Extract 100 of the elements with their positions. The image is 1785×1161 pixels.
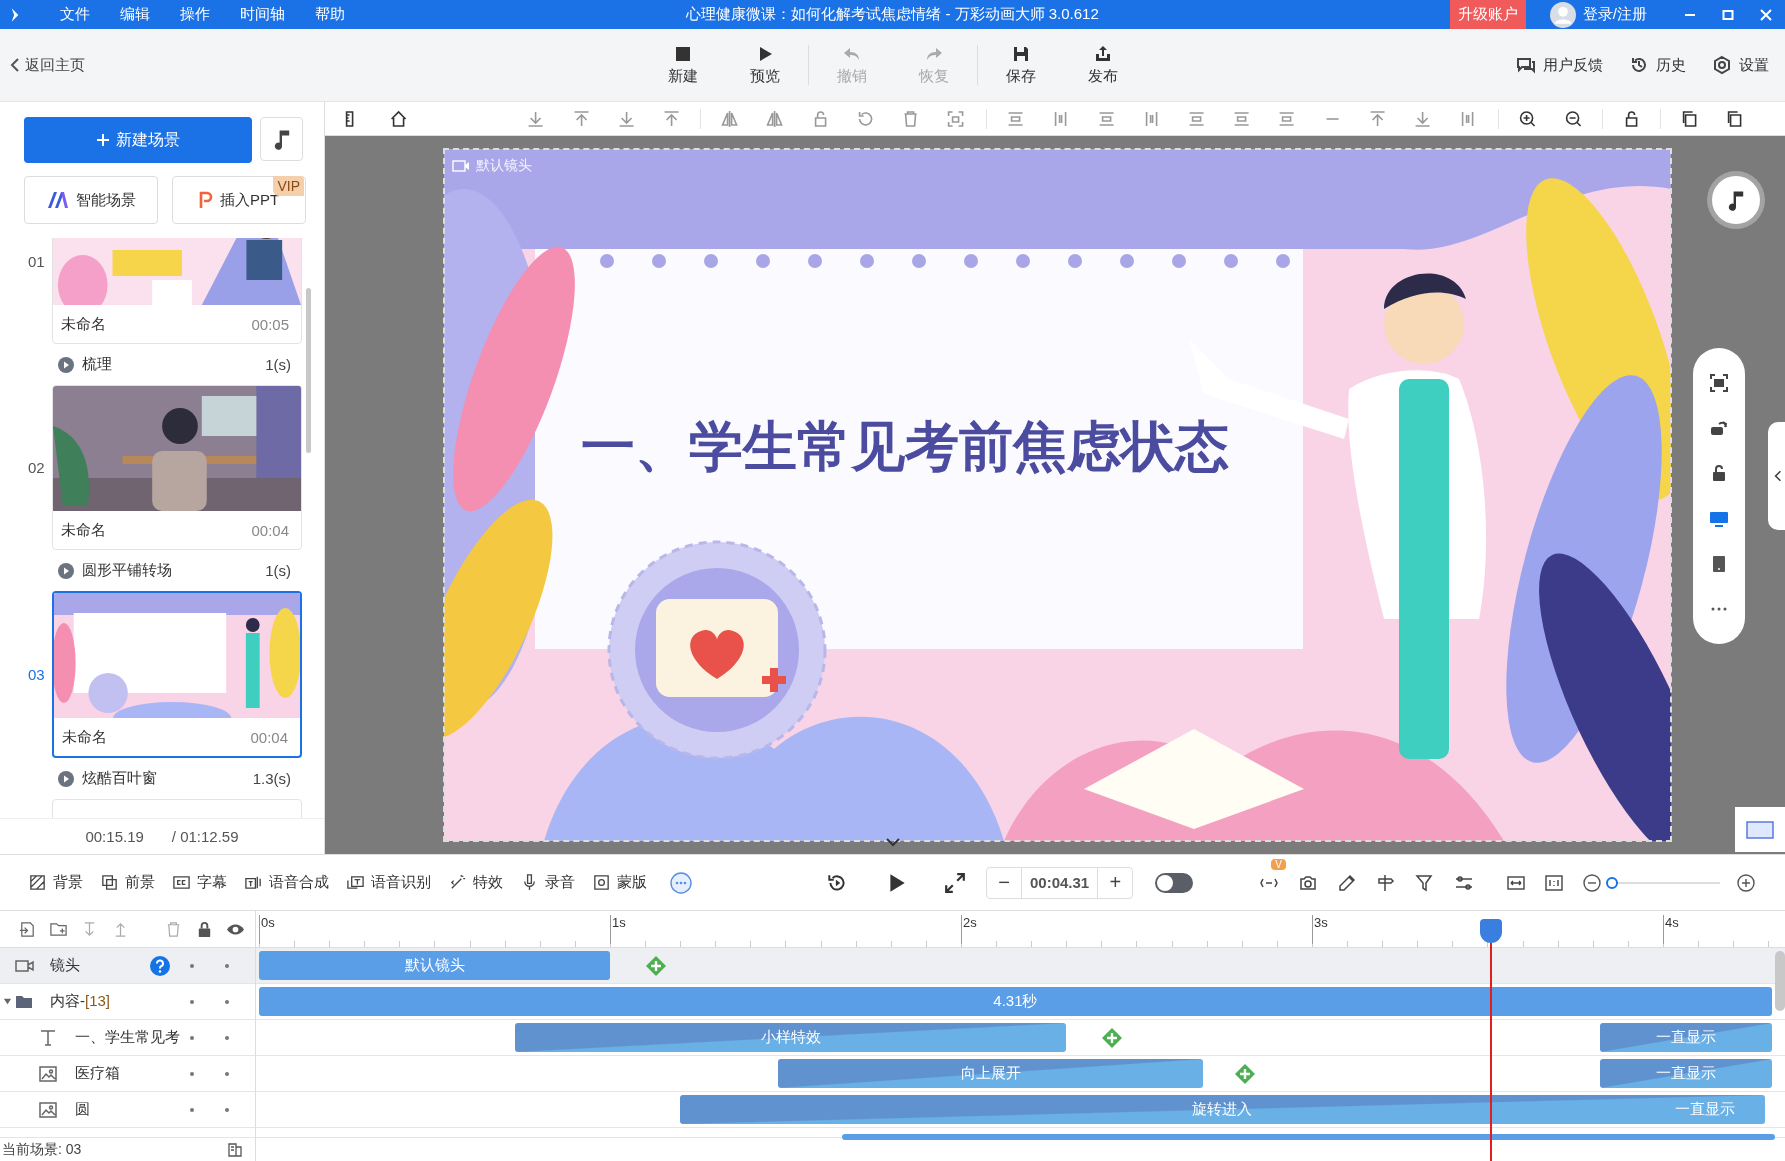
visibility-toggle[interactable] (225, 999, 229, 1004)
camera-label: 默认镜头 (476, 157, 532, 175)
music-button[interactable] (1712, 176, 1760, 224)
back-link[interactable]: 返回主页 (0, 55, 85, 75)
more-icon[interactable] (670, 871, 692, 894)
settings-button[interactable]: 设置 (1712, 55, 1769, 75)
lock-toggle[interactable] (190, 963, 194, 968)
background-icon (28, 873, 47, 892)
zoom-out-icon[interactable] (1582, 872, 1603, 893)
transition-duration: 1(s) (265, 356, 291, 373)
scene-card[interactable]: 未命名 00:05 (52, 238, 302, 344)
layer-name[interactable]: 内容-[13] (50, 992, 111, 1011)
maximize-icon[interactable] (1721, 7, 1735, 22)
foreground-icon (100, 873, 119, 892)
vip-badge: V (1271, 858, 1286, 870)
time-stepper[interactable]: − 00:04.31 + (986, 866, 1134, 899)
transition-name[interactable]: 梳理 (82, 355, 112, 374)
minimap-frame-icon (1746, 820, 1774, 839)
effect-button[interactable]: 特效 (448, 873, 503, 892)
transition-name[interactable]: 圆形平铺转场 (82, 561, 172, 580)
menu-item[interactable]: 时间轴 (240, 5, 285, 24)
layer-name[interactable]: 圆 (75, 1100, 90, 1119)
visibility-toggle[interactable] (225, 1071, 229, 1076)
new-scene-button[interactable]: 新建场景 (24, 117, 252, 163)
record-button[interactable]: 录音 (520, 873, 575, 892)
scene-card[interactable]: 未命名 00:04 (52, 591, 302, 758)
menu-item[interactable]: 编辑 (120, 5, 150, 24)
feedback-icon (1516, 55, 1536, 75)
login-link[interactable]: 登录/注册 (1582, 5, 1647, 24)
preview-button[interactable]: 预览 (723, 44, 806, 86)
time-field[interactable]: 00:04.31 (1021, 867, 1099, 898)
chevron-left-icon (1774, 469, 1782, 483)
fullscreen-icon[interactable] (944, 871, 966, 894)
mask-button[interactable]: 蒙版 (592, 873, 647, 892)
zoom-in-icon[interactable] (1736, 872, 1757, 893)
image-icon (38, 1063, 58, 1084)
add-keyframe-icon[interactable] (1100, 1027, 1123, 1049)
visibility-toggle[interactable] (225, 963, 229, 968)
feedback-button[interactable]: 用户反馈 (1516, 55, 1603, 75)
smart-scene-button[interactable]: 智能场景 (24, 176, 158, 224)
lock-toggle[interactable] (190, 999, 194, 1004)
lock-toggle[interactable] (190, 1107, 194, 1112)
edit-icon[interactable] (1337, 872, 1358, 893)
scene-info-icon[interactable] (227, 1142, 243, 1158)
scene-card[interactable]: 未命名 00:04 (52, 385, 302, 550)
publish-button[interactable]: 发布 (1061, 44, 1144, 86)
tts-button[interactable]: 语音合成 (244, 873, 329, 892)
history-button[interactable]: 历史 (1629, 55, 1686, 75)
help-icon[interactable] (150, 955, 170, 976)
save-button[interactable]: 保存 (979, 44, 1062, 86)
import-icon[interactable] (18, 919, 37, 939)
scrollbar[interactable] (1775, 951, 1785, 1011)
total-time: / 01:12.59 (171, 828, 239, 845)
scene-duration: 00:04 (250, 728, 288, 746)
scene-duration: 00:04 (251, 521, 289, 539)
fit-screen-icon[interactable] (1709, 372, 1729, 393)
new-button[interactable]: 新建 (641, 44, 724, 86)
toggle-switch[interactable] (1155, 872, 1194, 893)
lock-toggle[interactable] (190, 1071, 194, 1076)
clip-bar[interactable] (841, 1134, 1776, 1140)
scene-number: 03 (27, 666, 46, 683)
menu-item[interactable]: 操作 (180, 5, 210, 24)
visibility-toggle[interactable] (225, 1107, 229, 1112)
camera-icon (452, 160, 470, 172)
asr-button[interactable]: 语音识别 (346, 873, 431, 892)
layer-name[interactable]: 一、学生常见考 (75, 1028, 180, 1047)
ppt-icon (198, 191, 213, 209)
transition-name[interactable]: 炫酷百叶窗 (82, 769, 157, 788)
rotate-icon[interactable] (1709, 418, 1729, 438)
close-icon[interactable] (1759, 7, 1773, 22)
background-button[interactable]: 背景 (28, 873, 83, 892)
slide-title[interactable]: 一、学生常见考前焦虑状态 (444, 411, 1366, 484)
actual-size-icon[interactable] (1544, 872, 1565, 893)
app-logo-icon (10, 6, 20, 23)
zoom-slider-thumb[interactable] (1606, 876, 1619, 889)
menu-item[interactable]: 帮助 (315, 5, 345, 24)
lock-toggle[interactable] (190, 1035, 194, 1040)
mask-icon (592, 873, 611, 892)
chevron-down-icon[interactable] (885, 837, 901, 847)
scene-name: 未命名 (61, 314, 106, 334)
layer-name[interactable]: 医疗箱 (75, 1064, 120, 1083)
layer-name[interactable]: 镜头 (50, 956, 80, 975)
subtitle-button[interactable]: 字幕 (172, 873, 227, 892)
vip-badge: VIP (273, 176, 304, 196)
plus-button[interactable]: + (1098, 867, 1133, 898)
visibility-toggle[interactable] (225, 1035, 229, 1040)
collapse-tab[interactable] (1768, 422, 1785, 530)
caret-icon[interactable] (3, 997, 12, 1006)
scrollbar[interactable] (306, 288, 311, 453)
current-scene-status: 当前场景: 03 (1, 1139, 82, 1159)
menu-item[interactable]: 文件 (60, 5, 90, 24)
foreground-button[interactable]: 前景 (100, 873, 155, 892)
minus-button[interactable]: − (987, 867, 1021, 898)
add-keyframe-icon[interactable] (1234, 1063, 1257, 1085)
add-keyframe-icon[interactable] (644, 955, 667, 977)
playhead-handle[interactable] (1480, 919, 1502, 943)
minimap[interactable] (1735, 807, 1785, 852)
music-button[interactable] (260, 117, 303, 161)
image-icon (38, 1099, 58, 1120)
smart-scene-icon (46, 191, 69, 209)
